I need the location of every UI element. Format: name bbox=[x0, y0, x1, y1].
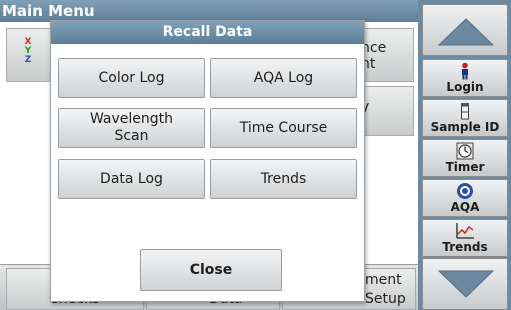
trends-button[interactable]: Trends bbox=[210, 159, 357, 199]
sidebar-item-sample-id[interactable]: Sample ID bbox=[422, 99, 508, 137]
sidebar-item-label: Trends bbox=[442, 240, 488, 254]
sidebar-item-label: AQA bbox=[450, 200, 480, 214]
close-button[interactable]: Close bbox=[140, 249, 282, 291]
bottom-fragment-5: Setup bbox=[365, 291, 406, 307]
data-log-label: Data Log bbox=[100, 170, 163, 187]
trends-label: Trends bbox=[260, 170, 307, 187]
data-log-button[interactable]: Data Log bbox=[58, 159, 205, 199]
arrow-down-icon bbox=[437, 270, 495, 298]
arrow-up-icon bbox=[437, 18, 495, 46]
time-course-label: Time Course bbox=[239, 119, 328, 136]
sidebar-item-aqa[interactable]: AQA bbox=[422, 179, 508, 217]
recall-data-dialog: Recall Data Color Log AQA Log Wavelength… bbox=[50, 20, 365, 302]
scroll-up-button[interactable] bbox=[422, 4, 508, 56]
dialog-title: Recall Data bbox=[51, 21, 364, 44]
sidebar-item-label: Sample ID bbox=[430, 120, 500, 134]
wavelength-scan-label: Wavelength Scan bbox=[89, 111, 174, 144]
sidebar-item-trends[interactable]: Trends bbox=[422, 219, 508, 257]
aqa-log-label: AQA Log bbox=[253, 69, 314, 86]
sidebar: Login Sample ID Timer AQA Trends bbox=[418, 0, 511, 310]
bottom-fragment-4: ment bbox=[365, 272, 402, 288]
sidebar-item-label: Timer bbox=[445, 160, 485, 174]
timer-icon bbox=[456, 142, 474, 160]
close-label: Close bbox=[189, 262, 233, 278]
aqa-icon bbox=[457, 183, 473, 199]
aqa-log-button[interactable]: AQA Log bbox=[210, 58, 357, 98]
wavelength-scan-button[interactable]: Wavelength Scan bbox=[58, 108, 205, 148]
time-course-button[interactable]: Time Course bbox=[210, 108, 357, 148]
main-menu-title: Main Menu bbox=[0, 0, 418, 22]
scroll-down-button[interactable] bbox=[422, 258, 508, 310]
trends-icon bbox=[456, 223, 474, 239]
person-icon bbox=[462, 62, 468, 80]
sidebar-item-login[interactable]: Login bbox=[422, 59, 508, 97]
xyz-icon: X Y Z bbox=[24, 37, 32, 65]
color-log-button[interactable]: Color Log bbox=[58, 58, 205, 98]
sidebar-item-label: Login bbox=[446, 80, 484, 94]
sidebar-item-timer[interactable]: Timer bbox=[422, 139, 508, 177]
vial-icon bbox=[461, 103, 469, 120]
color-log-label: Color Log bbox=[98, 69, 165, 86]
